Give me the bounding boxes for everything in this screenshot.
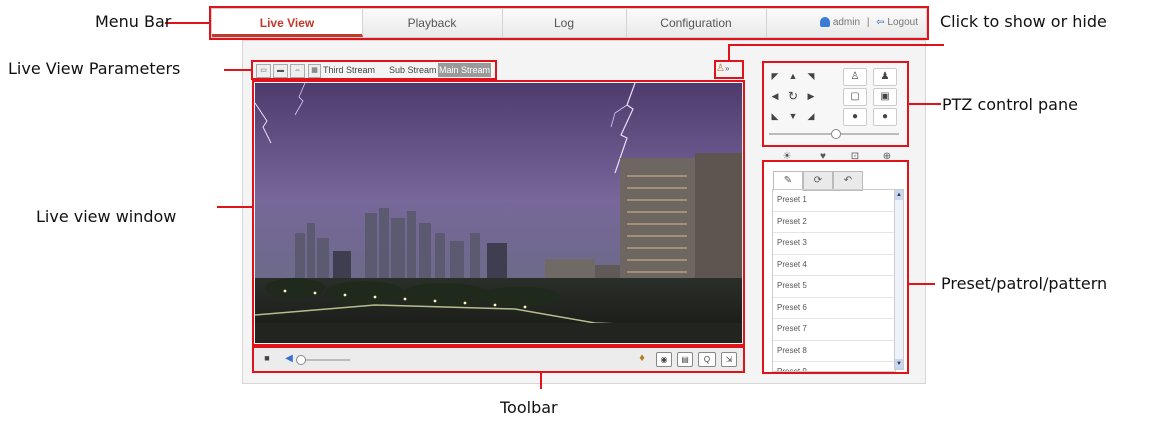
callout-preset-patrol-pattern: Preset/patrol/pattern	[941, 274, 1108, 293]
parameters-highlight	[251, 60, 497, 80]
live-view-highlight	[252, 80, 745, 346]
preset-connector	[909, 283, 935, 285]
toolbar-connector	[540, 373, 542, 389]
callout-live-view-window: Live view window	[36, 207, 177, 226]
callout-toolbar: Toolbar	[500, 398, 558, 417]
callout-click-to-show-or-hide: Click to show or hide	[940, 12, 1107, 31]
menu-bar-connector	[165, 22, 209, 24]
toggle-highlight	[714, 60, 744, 79]
parameters-connector	[224, 69, 251, 71]
preset-highlight	[762, 160, 909, 374]
menu-bar-highlight	[209, 6, 929, 40]
toggle-connector-h	[728, 44, 944, 46]
callout-ptz-control-pane: PTZ control pane	[942, 95, 1078, 114]
toolbar-highlight	[252, 346, 745, 373]
toggle-connector-v	[728, 44, 730, 60]
callout-menu-bar: Menu Bar	[95, 12, 172, 31]
live-view-connector	[217, 206, 252, 208]
callout-live-view-parameters: Live View Parameters	[8, 59, 181, 78]
ptz-highlight	[762, 61, 909, 147]
ptz-connector	[909, 103, 941, 105]
